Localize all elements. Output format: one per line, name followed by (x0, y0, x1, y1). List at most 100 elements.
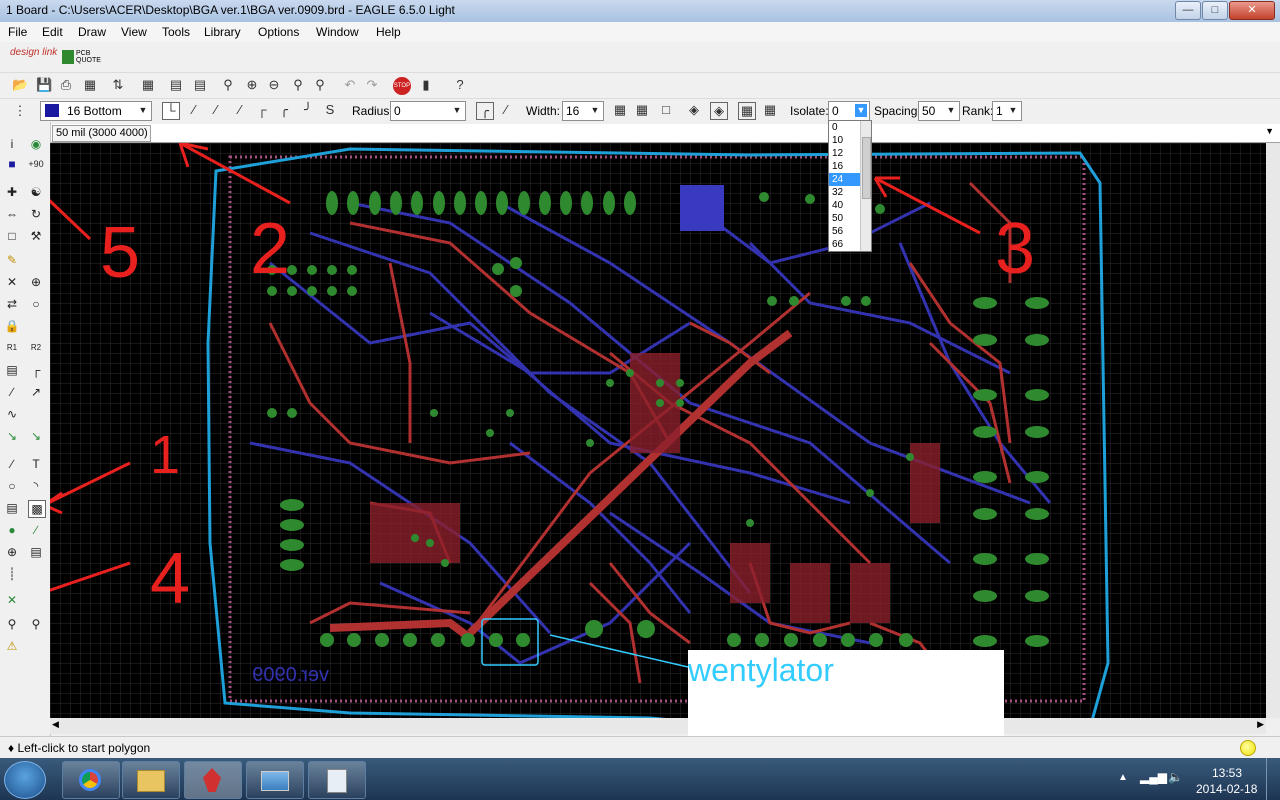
isolate-option-24[interactable]: 24 (829, 173, 862, 186)
ratsnest-icon[interactable]: ✕ (4, 592, 20, 608)
isolate-option-50[interactable]: 50 (829, 212, 862, 225)
isolate-option-32[interactable]: 32 (829, 186, 862, 199)
bend-style-0-icon[interactable]: └ (162, 102, 180, 120)
switch-schematic-icon[interactable]: ⇅ (110, 77, 126, 93)
mark-icon[interactable]: +90 (28, 156, 44, 172)
go-icon[interactable]: ▮ (418, 77, 434, 93)
lock-part-icon[interactable]: 🔒 (4, 318, 20, 334)
display-icon[interactable]: ■ (4, 156, 20, 172)
help-icon[interactable]: ? (452, 77, 468, 93)
isolate-select[interactable]: 0 ▼ (828, 101, 870, 121)
cam-icon[interactable]: ▦ (82, 77, 98, 93)
optimize-icon[interactable]: ↗ (28, 384, 44, 400)
pcbquote-icon[interactable] (62, 50, 74, 64)
zoom-in-icon[interactable]: ⊕ (244, 77, 260, 93)
show-icon[interactable]: ◉ (28, 136, 44, 152)
library-icon[interactable]: ▦ (140, 77, 156, 93)
clock-time[interactable]: 13:53 (1212, 766, 1242, 780)
via-icon[interactable]: ● (4, 522, 20, 538)
script-icon[interactable]: ▤ (168, 77, 184, 93)
miter-straight-icon[interactable]: ∕ (498, 102, 514, 118)
show-desktop-button[interactable] (1266, 758, 1280, 800)
route-icon[interactable]: ↘ (4, 428, 20, 444)
bend-style-5-icon[interactable]: ╭ (276, 102, 292, 118)
scroll-left-icon[interactable]: ◀ (52, 719, 59, 730)
pcbquote-logo[interactable]: PCB QUOTE (76, 50, 101, 64)
bend-style-3-icon[interactable]: ∕ (232, 102, 248, 118)
lock-icon[interactable]: ○ (28, 296, 44, 312)
thermals-on-icon[interactable]: ◈ (686, 102, 702, 118)
mirror-icon[interactable]: ⇔ (4, 206, 20, 222)
open-icon[interactable]: 📂 (12, 77, 28, 93)
ulp-icon[interactable]: ▤ (192, 77, 208, 93)
info-icon[interactable]: i (4, 136, 20, 152)
copy-icon[interactable]: ☯ (28, 184, 44, 200)
redo-icon[interactable]: ↷ (364, 77, 380, 93)
chrome-taskbar-button[interactable] (62, 761, 120, 799)
zoom-select-icon[interactable]: ⚲ (312, 77, 328, 93)
scroll-right-icon[interactable]: ▶ (1257, 719, 1264, 730)
pour-solid-icon[interactable]: ▦ (612, 102, 628, 118)
print-icon[interactable]: ⎙ (58, 77, 74, 93)
isolate-dropdown-list[interactable]: 0 10 12 16 24 32 40 50 56 66 (828, 120, 872, 252)
auto-icon[interactable]: ⚲ (4, 616, 20, 632)
miter-icon[interactable]: ┌ (28, 362, 44, 378)
horizontal-scrollbar[interactable]: ◀ ▶ (50, 718, 1266, 734)
image-viewer-taskbar-button[interactable] (246, 761, 304, 799)
width-select[interactable]: 16 ▼ (562, 101, 604, 121)
eagle-taskbar-button[interactable] (184, 761, 242, 799)
bend-style-1-icon[interactable]: ∕ (186, 102, 202, 118)
menu-library[interactable]: Library (204, 25, 241, 39)
hole-icon[interactable]: ⊕ (4, 544, 20, 560)
tray-arrow-icon[interactable]: ▲ (1118, 772, 1128, 783)
pour-hatch-icon[interactable]: ▦ (634, 102, 650, 118)
ripup-icon[interactable]: ↘ (28, 428, 44, 444)
isolate-option-12[interactable]: 12 (829, 147, 862, 160)
meander-icon[interactable]: ∿ (4, 406, 20, 422)
minimize-button[interactable]: — (1175, 1, 1201, 20)
maximize-button[interactable]: □ (1202, 1, 1228, 20)
value-icon[interactable]: R2 (28, 340, 44, 356)
zoom-fit-icon[interactable]: ⚲ (220, 77, 236, 93)
move-icon[interactable]: ✚ (4, 184, 20, 200)
arc-icon[interactable]: ◝ (28, 478, 44, 494)
scrollbar-thumb[interactable] (862, 137, 871, 199)
orphans-off-icon[interactable]: ▦ (762, 102, 778, 118)
stop-icon[interactable]: STOP (393, 77, 411, 95)
add-icon[interactable]: ⊕ (28, 274, 44, 290)
notepad-taskbar-button[interactable] (308, 761, 366, 799)
save-icon[interactable]: 💾 (36, 77, 52, 93)
smash-icon[interactable]: ▤ (4, 362, 20, 378)
bend-style-7-icon[interactable]: S (322, 102, 338, 118)
menu-help[interactable]: Help (376, 25, 401, 39)
spacing-select[interactable]: 50 ▼ (918, 101, 960, 121)
orphans-on-icon[interactable]: ▦ (738, 102, 756, 120)
delete-icon[interactable]: ✕ (4, 274, 20, 290)
rect-icon[interactable]: ▤ (4, 500, 20, 516)
thermals-off-icon[interactable]: ◈ (710, 102, 728, 120)
bend-style-6-icon[interactable]: ╯ (300, 102, 316, 118)
zoom-out-icon[interactable]: ⊖ (266, 77, 282, 93)
attribute-icon[interactable]: ▤ (28, 544, 44, 560)
errors-icon[interactable]: ⚠ (4, 638, 20, 654)
board-canvas[interactable]: ver.0909 1 2 3 4 5 (8, 141, 1266, 735)
rank-select[interactable]: 1 ▼ (992, 101, 1022, 121)
isolate-option-40[interactable]: 40 (829, 199, 862, 212)
vertical-scrollbar[interactable] (1266, 143, 1280, 718)
rotate-icon[interactable]: ↻ (28, 206, 44, 222)
menu-file[interactable]: File (8, 25, 27, 39)
explorer-taskbar-button[interactable] (122, 761, 180, 799)
clock-date[interactable]: 2014-02-18 (1196, 782, 1257, 796)
split-icon[interactable]: ∕ (4, 384, 20, 400)
isolate-option-56[interactable]: 56 (829, 225, 862, 238)
menu-edit[interactable]: Edit (42, 25, 63, 39)
menu-tools[interactable]: Tools (162, 25, 190, 39)
group-icon[interactable]: □ (4, 228, 20, 244)
signal-icon[interactable]: ∕ (28, 522, 44, 538)
dimension-icon[interactable]: ┊ (4, 566, 20, 582)
menu-draw[interactable]: Draw (78, 25, 106, 39)
bend-style-4-icon[interactable]: ┌ (254, 102, 270, 118)
polygon-icon[interactable]: ▩ (28, 500, 46, 518)
chevron-down-icon[interactable]: ▼ (1265, 126, 1274, 136)
isolate-option-10[interactable]: 10 (829, 134, 862, 147)
